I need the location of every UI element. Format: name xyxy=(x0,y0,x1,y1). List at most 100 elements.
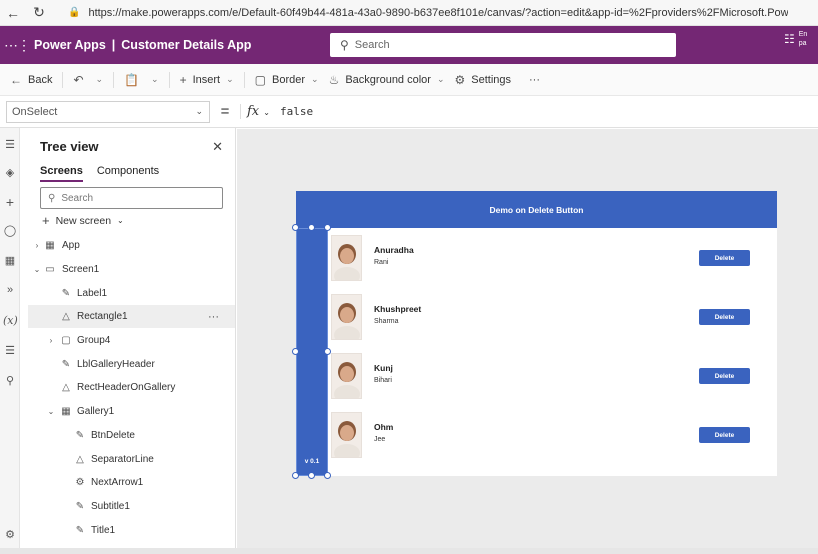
layers-icon[interactable]: ◈ xyxy=(3,166,17,179)
fx-button[interactable]: fx ⌄ xyxy=(240,104,276,119)
border-icon: ▢ xyxy=(254,72,266,87)
chevron-down-icon: ⌄ xyxy=(226,74,234,84)
label-icon: ✎ xyxy=(61,359,71,370)
chevron-right-icon[interactable]: › xyxy=(32,241,42,250)
delete-button[interactable]: Delete xyxy=(699,427,750,443)
gallery-icon: ▦ xyxy=(61,406,71,417)
tree-item-label1[interactable]: ✎ Label1 xyxy=(28,282,235,305)
settings-button[interactable]: ⚙ Settings xyxy=(455,73,512,87)
delete-button[interactable]: Delete xyxy=(699,368,750,384)
fx-label: fx xyxy=(247,104,260,119)
chevron-down-icon[interactable]: ⌄ xyxy=(32,265,42,274)
tree-search-input[interactable]: ⚲ Search xyxy=(40,187,223,209)
waffle-icon[interactable]: ⋯⋮ xyxy=(0,37,34,54)
gallery-row[interactable]: Ohm Jee Delete xyxy=(330,408,776,468)
delete-button[interactable]: Delete xyxy=(699,250,750,266)
tree-item-label: LblGalleryHeader xyxy=(77,359,155,370)
border-label: Border xyxy=(272,73,306,86)
tree-item-title1[interactable]: ✎ Title1 xyxy=(28,519,235,542)
tree-item-group4[interactable]: › ▢ Group4 xyxy=(28,329,235,352)
resize-handle[interactable] xyxy=(308,472,315,479)
tree-item-separatorline[interactable]: △ SeparatorLine xyxy=(28,448,235,471)
chevron-down-icon: ⌄ xyxy=(117,216,124,225)
account-text-line2: pa xyxy=(798,40,807,47)
resize-handle[interactable] xyxy=(292,472,299,479)
new-screen-button[interactable]: + New screen ⌄ xyxy=(42,213,124,228)
gallery-row[interactable]: Kunj Bihari Delete xyxy=(330,349,776,409)
chevron-right-icon[interactable]: › xyxy=(46,336,56,345)
equals-sign: = xyxy=(220,103,230,120)
more-options-button[interactable]: ··· xyxy=(529,74,540,86)
tree-tabs: Screens Components xyxy=(40,165,159,182)
formula-input[interactable]: false xyxy=(280,105,313,118)
product-name[interactable]: Power Apps xyxy=(34,38,106,52)
gear-icon: ⚙ xyxy=(454,72,466,87)
background-color-button[interactable]: ♨ Background color ⌄ xyxy=(329,73,445,87)
search-icon[interactable]: ⚲ xyxy=(3,374,17,387)
back-label: Back xyxy=(28,73,53,86)
chevron-down-icon[interactable]: ⌄ xyxy=(151,74,159,85)
screen-icon: ▭ xyxy=(45,264,55,275)
more-options-icon[interactable]: ··· xyxy=(208,311,219,323)
new-screen-label: New screen xyxy=(55,214,112,227)
tree-item-lblgalleryheader[interactable]: ✎ LblGalleryHeader xyxy=(28,353,235,376)
shape-icon: △ xyxy=(76,454,84,465)
global-search-box[interactable]: ⚲ Search xyxy=(330,33,676,57)
database-icon[interactable]: ◯ xyxy=(3,224,17,237)
divider xyxy=(62,71,64,88)
gallery-row[interactable]: Anuradha Rani Delete xyxy=(330,231,776,291)
tree-view-title: Tree view xyxy=(40,139,99,154)
tree-item-btndelete[interactable]: ✎ BtnDelete xyxy=(28,424,235,447)
resize-handle[interactable] xyxy=(324,472,331,479)
tree-item-app[interactable]: › ▦ App xyxy=(28,234,235,257)
shape-icon: △ xyxy=(62,382,70,393)
tree-item-label: BtnDelete xyxy=(91,430,135,441)
insert-button[interactable]: + Insert ⌄ xyxy=(180,73,234,87)
resize-handle[interactable] xyxy=(292,348,299,355)
hamburger-icon[interactable]: ☰ xyxy=(3,138,17,151)
back-button[interactable]: ← Back xyxy=(10,73,52,87)
plus-icon[interactable]: + xyxy=(3,194,17,210)
tree-item-rectangle1[interactable]: △ Rectangle1 ··· xyxy=(28,305,235,328)
gear-icon[interactable]: ⚙ xyxy=(3,528,17,541)
tab-components[interactable]: Components xyxy=(97,165,159,182)
divider xyxy=(113,71,115,88)
back-arrow-icon[interactable]: ← xyxy=(0,5,26,21)
account-area[interactable]: ☷ En pa xyxy=(784,30,818,48)
delete-button[interactable]: Delete xyxy=(699,309,750,325)
variables-icon[interactable]: (x) xyxy=(3,314,18,327)
environment-icon: ☷ xyxy=(784,32,795,46)
chevron-down-icon[interactable]: ⌄ xyxy=(46,407,56,416)
tree-item-gallery1[interactable]: ⌄ ▦ Gallery1 xyxy=(28,400,235,423)
close-icon[interactable]: ✕ xyxy=(212,139,223,155)
tree-item-rectheaderongallery[interactable]: △ RectHeaderOnGallery xyxy=(28,376,235,399)
tree-item-nextarrow1[interactable]: ⚙ NextArrow1 xyxy=(28,471,235,494)
media-icon[interactable]: ▦ xyxy=(3,254,17,267)
tree-item-subtitle1[interactable]: ✎ Subtitle1 xyxy=(28,495,235,518)
tools-icon[interactable]: ☰ xyxy=(3,344,17,357)
power-automate-icon[interactable]: » xyxy=(3,284,17,296)
tree-item-label: Screen1 xyxy=(62,264,100,275)
undo-button[interactable]: ↶ ⌄ xyxy=(73,73,103,87)
tree-item-label: App xyxy=(62,240,80,251)
gallery-header[interactable]: Demo on Delete Button xyxy=(296,191,777,228)
address-bar[interactable]: https://make.powerapps.com/e/Default-60f… xyxy=(88,7,788,19)
refresh-icon[interactable]: ↻ xyxy=(26,4,52,21)
chevron-down-icon[interactable]: ⌄ xyxy=(96,74,104,85)
resize-handle[interactable] xyxy=(292,224,299,231)
background-color-label: Background color xyxy=(345,73,431,86)
resize-handle[interactable] xyxy=(308,224,315,231)
tab-screens[interactable]: Screens xyxy=(40,165,83,182)
paste-button[interactable]: 📋 ⌄ xyxy=(124,73,159,87)
tree-item-screen1[interactable]: ⌄ ▭ Screen1 xyxy=(28,258,235,281)
resize-handle[interactable] xyxy=(324,224,331,231)
property-dropdown[interactable]: OnSelect ⌄ xyxy=(6,100,210,123)
gallery-row[interactable]: Khushpreet Sharma Delete xyxy=(330,290,776,350)
border-button[interactable]: ▢ Border ⌄ xyxy=(255,73,319,87)
row-title: Kunj xyxy=(374,363,393,373)
global-search-placeholder: Search xyxy=(354,39,390,51)
shape-icon: △ xyxy=(62,311,70,322)
account-text-line1: En xyxy=(798,31,808,38)
undo-icon: ↶ xyxy=(73,72,84,87)
row-subtitle: Rani xyxy=(374,259,389,266)
